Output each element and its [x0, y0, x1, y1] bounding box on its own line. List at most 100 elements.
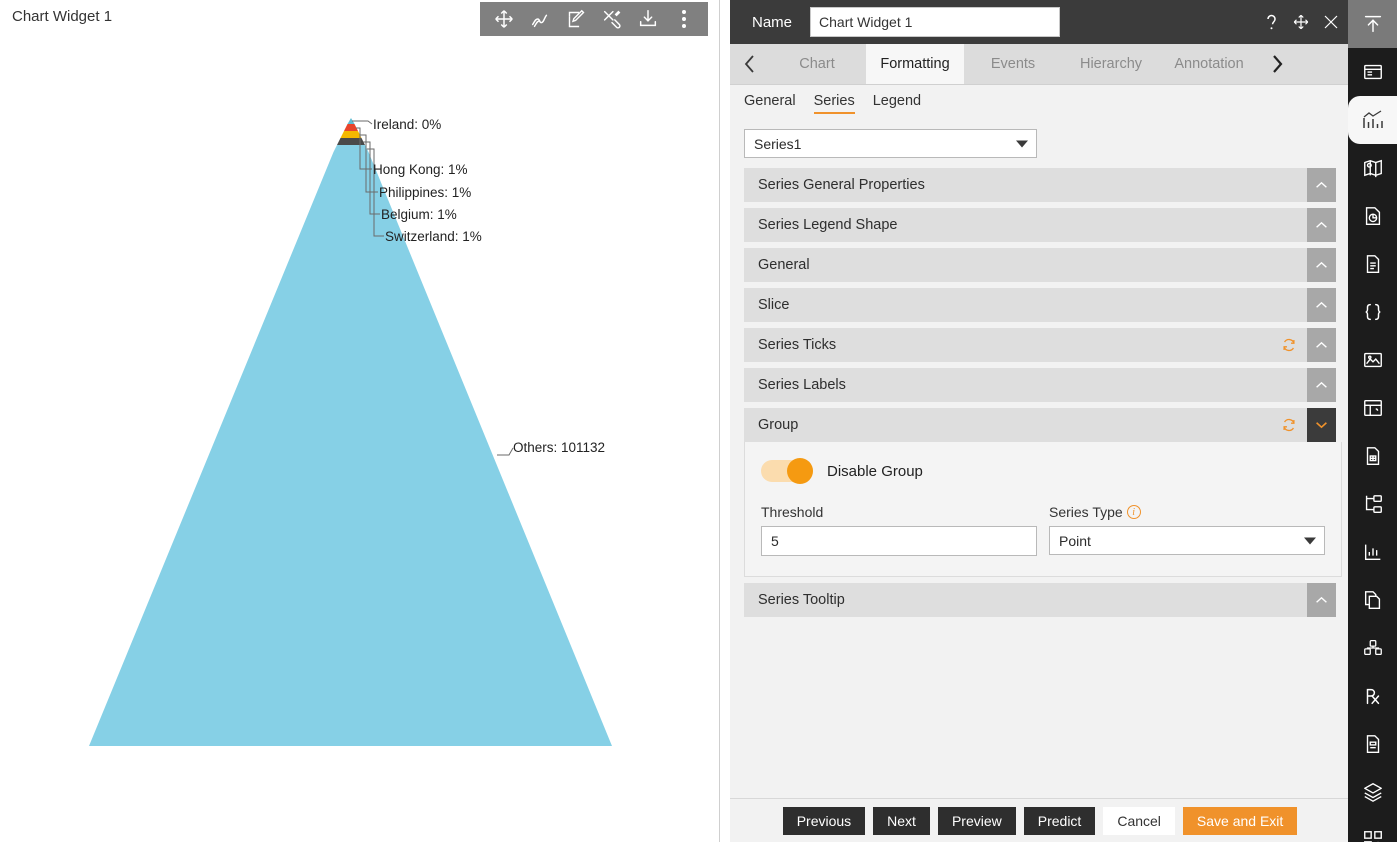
map-icon[interactable] [1348, 144, 1397, 192]
refresh-icon[interactable] [1281, 417, 1297, 433]
section-expand-toggle[interactable] [1307, 368, 1336, 402]
section-header[interactable]: Group [744, 408, 1307, 442]
subtab-general[interactable]: General [744, 93, 796, 114]
series-select[interactable]: Series1 [744, 129, 1037, 158]
code-braces-icon[interactable] [1348, 288, 1397, 336]
section-expand-toggle[interactable] [1307, 248, 1336, 282]
section-expand-toggle[interactable] [1307, 288, 1336, 322]
edit-icon[interactable] [563, 6, 589, 32]
widget-toolbar [480, 2, 708, 36]
document-icon[interactable] [1348, 240, 1397, 288]
scribble-icon[interactable] [527, 6, 553, 32]
table-icon[interactable] [1348, 384, 1397, 432]
move-icon[interactable] [1292, 13, 1310, 31]
threshold-field: Threshold [761, 504, 1037, 556]
series-type-label-wrap: Series Type i [1049, 504, 1325, 520]
tab-annotation[interactable]: Annotation [1160, 44, 1258, 84]
pyramid-chart: Ireland: 0% Hong Kong: 1% Philippines: 1… [0, 40, 719, 840]
more-options-icon[interactable] [671, 6, 697, 32]
tab-formatting[interactable]: Formatting [866, 44, 964, 84]
chart-icon[interactable] [1348, 96, 1397, 144]
subtab-legend[interactable]: Legend [873, 93, 921, 114]
tab-chart[interactable]: Chart [768, 44, 866, 84]
refresh-icon[interactable] [1281, 337, 1297, 353]
cancel-button[interactable]: Cancel [1103, 806, 1175, 835]
prescription-icon[interactable] [1348, 672, 1397, 720]
dashboard-icon[interactable] [1348, 48, 1397, 96]
section-series-ticks: Series Ticks [744, 328, 1336, 362]
previous-button[interactable]: Previous [782, 806, 866, 835]
subtab-series[interactable]: Series [813, 93, 855, 114]
section-header[interactable]: Series General Properties [744, 168, 1307, 202]
save-and-exit-button[interactable]: Save and Exit [1182, 806, 1298, 835]
series-type-select[interactable]: Point [1049, 526, 1325, 555]
tools-icon[interactable] [599, 6, 625, 32]
section-header[interactable]: Series Ticks [744, 328, 1307, 362]
layers-icon[interactable] [1348, 768, 1397, 816]
help-icon[interactable] [1263, 13, 1280, 32]
slice-hong-kong [344, 124, 358, 131]
chevron-right-icon[interactable] [1258, 44, 1296, 84]
image-icon[interactable] [1348, 336, 1397, 384]
properties-footer: Previous Next Preview Predict Cancel Sav… [730, 798, 1350, 842]
report-pie-icon[interactable] [1348, 192, 1397, 240]
slice-philippines [340, 131, 362, 138]
properties-header: Name [730, 0, 1350, 44]
series-type-field: Series Type i Point [1049, 504, 1325, 556]
download-icon[interactable] [635, 6, 661, 32]
disable-group-toggle[interactable] [761, 458, 813, 484]
label-belgium: Belgium: 1% [381, 207, 457, 222]
copy-page-icon[interactable] [1348, 576, 1397, 624]
tab-strip: Chart Formatting Events Hierarchy Annota… [730, 44, 1350, 85]
section-header[interactable]: Series Legend Shape [744, 208, 1307, 242]
label-others: Others: 101132 [513, 440, 605, 455]
tab-events[interactable]: Events [964, 44, 1062, 84]
add-widget-icon[interactable] [1348, 816, 1397, 842]
section-expand-toggle[interactable] [1307, 328, 1336, 362]
predict-button[interactable]: Predict [1023, 806, 1096, 835]
chevron-left-icon[interactable] [730, 44, 768, 84]
widget-name-input[interactable] [810, 7, 1061, 37]
series-select-value: Series1 [754, 135, 802, 152]
page-data-icon[interactable] [1348, 432, 1397, 480]
section-header[interactable]: Slice [744, 288, 1307, 322]
next-button[interactable]: Next [873, 806, 930, 835]
section-label: General [758, 257, 810, 273]
section-header[interactable]: General [744, 248, 1307, 282]
section-label: Series Tooltip [758, 592, 845, 608]
chevron-down-icon [1016, 140, 1028, 147]
info-icon[interactable]: i [1126, 505, 1141, 519]
tab-hierarchy[interactable]: Hierarchy [1062, 44, 1160, 84]
label-switzerland: Switzerland: 1% [385, 229, 482, 244]
label-ireland: Ireland: 0% [373, 117, 441, 132]
close-icon[interactable] [1322, 13, 1340, 31]
bar-analytics-icon[interactable] [1348, 528, 1397, 576]
move-icon[interactable] [491, 6, 517, 32]
hierarchy-tree-icon[interactable] [1348, 480, 1397, 528]
section-header[interactable]: Series Tooltip [744, 583, 1307, 617]
section-header[interactable]: Series Labels [744, 368, 1307, 402]
section-collapse-toggle[interactable] [1307, 408, 1336, 442]
series-selector-wrap: Series1 [730, 121, 1350, 168]
chart-canvas-pane: Chart Widget 1 Ireland: 0% Hong Kong: 1%… [0, 0, 720, 842]
sub-tab-strip: General Series Legend [730, 85, 1350, 121]
section-label: Series Ticks [758, 337, 837, 353]
group-fields: Threshold Series Type i Point [761, 504, 1325, 556]
disable-group-label: Disable Group [827, 462, 923, 480]
preview-button[interactable]: Preview [937, 806, 1016, 835]
section-expand-toggle[interactable] [1307, 583, 1336, 617]
section-expand-toggle[interactable] [1307, 168, 1336, 202]
section-label: Series Labels [758, 377, 846, 393]
section-expand-toggle[interactable] [1307, 208, 1336, 242]
properties-panel: Name Chart Widget 1 Chart Formatting Eve… [730, 0, 1350, 842]
label-philippines: Philippines: 1% [379, 185, 471, 200]
section-series-legend-shape: Series Legend Shape [744, 208, 1336, 242]
threshold-input[interactable] [761, 526, 1037, 556]
header-icons [1263, 13, 1340, 32]
chevron-down-icon [1304, 537, 1316, 544]
slice-switzerland [333, 145, 369, 152]
collapse-up-icon[interactable] [1348, 0, 1397, 48]
file-list-icon[interactable] [1348, 720, 1397, 768]
formatting-accordion: Series General Properties Series Legend … [730, 168, 1350, 617]
cubes-icon[interactable] [1348, 624, 1397, 672]
